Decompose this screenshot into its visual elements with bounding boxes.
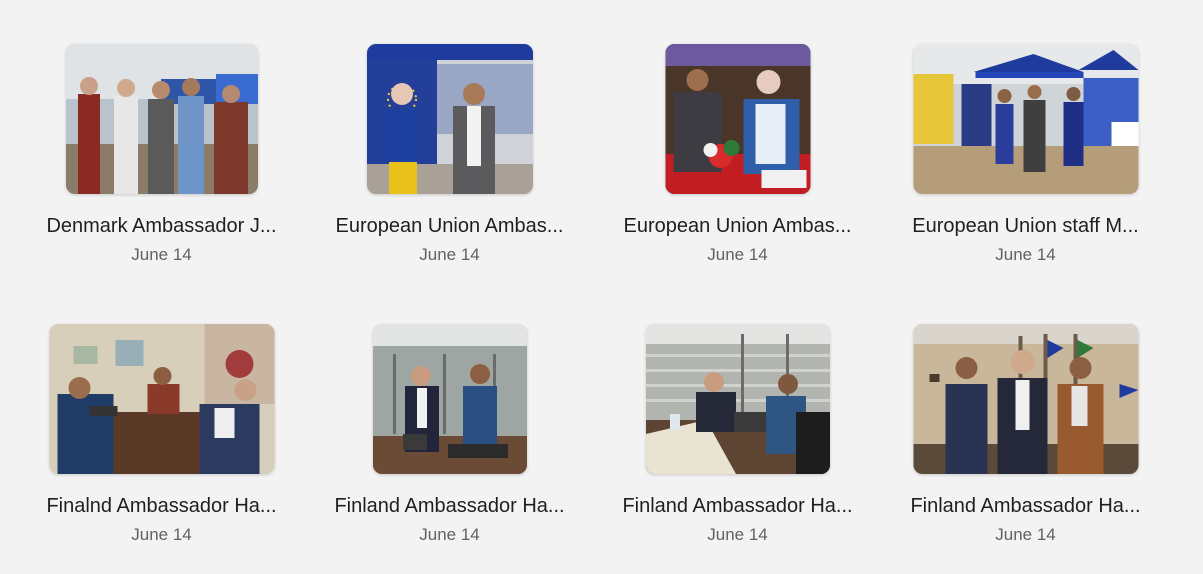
finland-handshake-photo	[372, 324, 527, 474]
photo-thumbnail[interactable]	[665, 44, 810, 194]
gallery-item-6[interactable]: Finland Ambassador Ha... June 14	[306, 324, 593, 574]
item-date: June 14	[131, 525, 192, 544]
finland-office-meeting-photo	[49, 324, 274, 474]
item-title[interactable]: European Union Ambas...	[306, 215, 593, 238]
eu-staff-tents-photo	[913, 44, 1138, 194]
item-title[interactable]: Denmark Ambassador J...	[18, 215, 305, 238]
item-title[interactable]: European Union staff M...	[882, 215, 1169, 238]
denmark-ambassador-photo	[65, 44, 258, 194]
item-date: June 14	[707, 245, 768, 264]
item-title[interactable]: Finalnd Ambassador Ha...	[18, 495, 305, 518]
item-date: June 14	[995, 525, 1056, 544]
item-title[interactable]: European Union Ambas...	[594, 215, 881, 238]
photo-thumbnail[interactable]	[366, 44, 533, 194]
photo-thumbnail[interactable]	[372, 324, 527, 474]
item-date: June 14	[419, 245, 480, 264]
photo-thumbnail[interactable]	[65, 44, 258, 194]
gallery-item-3[interactable]: European Union Ambas... June 14	[594, 44, 881, 294]
item-date: June 14	[707, 525, 768, 544]
eu-ambassador-dinner-photo	[665, 44, 810, 194]
item-date: June 14	[995, 245, 1056, 264]
item-title[interactable]: Finland Ambassador Ha...	[306, 495, 593, 518]
gallery-item-8[interactable]: Finland Ambassador Ha... June 14	[882, 324, 1169, 574]
photo-thumbnail[interactable]	[913, 324, 1138, 474]
gallery-item-1[interactable]: Denmark Ambassador J... June 14	[18, 44, 305, 294]
eu-ambassador-booth-photo	[366, 44, 533, 194]
finland-group-photo	[913, 324, 1138, 474]
gallery-item-2[interactable]: European Union Ambas... June 14	[306, 44, 593, 294]
photo-thumbnail[interactable]	[49, 324, 274, 474]
item-title[interactable]: Finland Ambassador Ha...	[882, 495, 1169, 518]
gallery-item-5[interactable]: Finalnd Ambassador Ha... June 14	[18, 324, 305, 574]
gallery-item-4[interactable]: European Union staff M... June 14	[882, 44, 1169, 294]
item-date: June 14	[419, 525, 480, 544]
photo-thumbnail[interactable]	[913, 44, 1138, 194]
item-title[interactable]: Finland Ambassador Ha...	[594, 495, 881, 518]
photo-thumbnail[interactable]	[645, 324, 830, 474]
item-date: June 14	[131, 245, 192, 264]
finland-desk-meeting-photo	[645, 324, 830, 474]
gallery-item-7[interactable]: Finland Ambassador Ha... June 14	[594, 324, 881, 574]
